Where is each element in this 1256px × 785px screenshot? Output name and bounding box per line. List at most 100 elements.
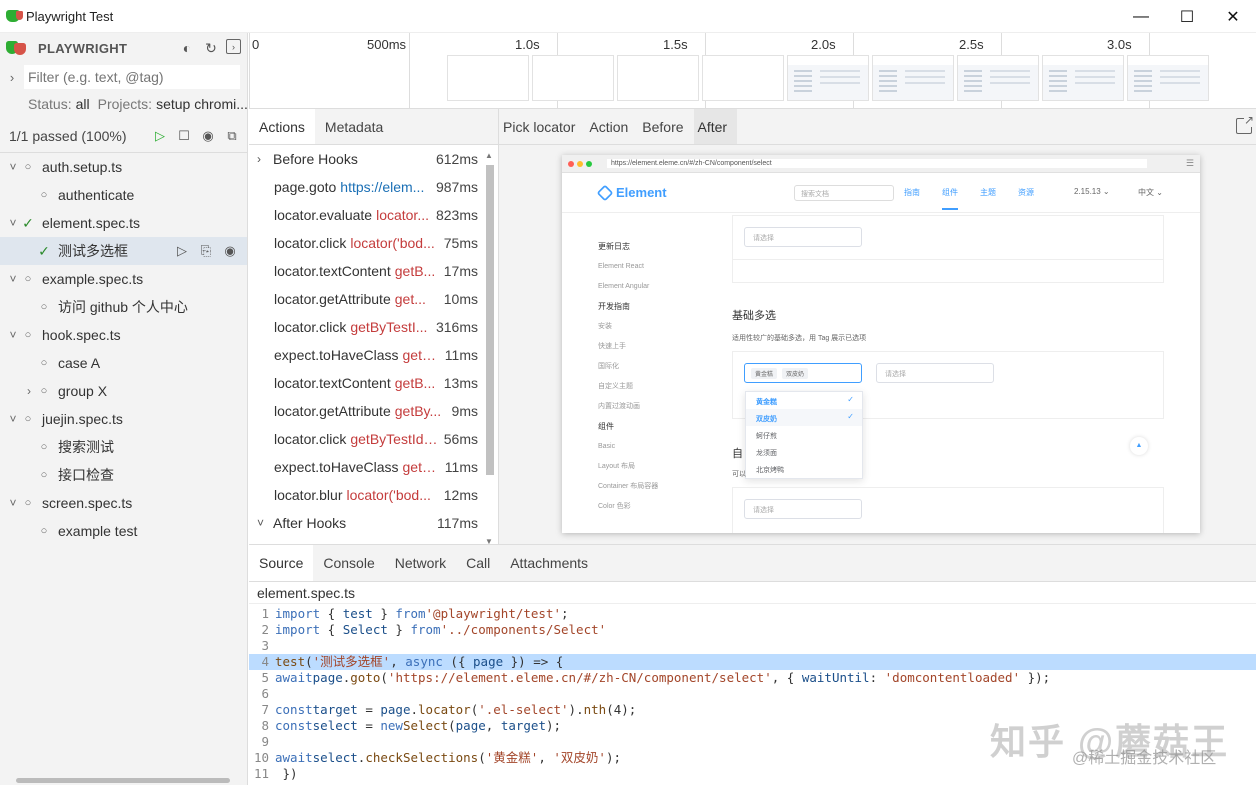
tab-metadata[interactable]: Metadata [315, 109, 393, 144]
timeline-screenshot-thumb[interactable] [702, 55, 784, 101]
chevron-down-icon[interactable]: ˅ [257, 516, 273, 530]
action-name: expect.toHaveClass [274, 459, 399, 475]
tab-pick-locator[interactable]: Pick locator [499, 109, 585, 144]
timeline-screenshot-thumb[interactable] [872, 55, 954, 101]
test-sidebar: PLAYWRIGHT ◐ ↻ › › Status: all Projects:… [0, 33, 248, 785]
watch-icon[interactable]: ◉ [199, 127, 217, 145]
tree-item[interactable]: ○ 搜索测试 [0, 433, 247, 461]
action-item[interactable]: locator.textContent getB... 13ms [249, 369, 498, 397]
tab-action[interactable]: Action [585, 109, 638, 144]
timeline-screenshot-thumb[interactable] [787, 55, 869, 101]
tree-item[interactable]: ✓ 测试多选框 ▷ ⎘ ◉ [0, 237, 247, 265]
timeline-screenshot-thumb[interactable] [1127, 55, 1209, 101]
tab-network[interactable]: Network [385, 545, 456, 581]
tree-item-label: 访问 github 个人中心 [58, 299, 188, 315]
watch-icon[interactable]: ◉ [221, 243, 239, 259]
tree-item[interactable]: ˅ ○ auth.setup.ts [0, 153, 247, 181]
tree-item[interactable]: ○ case A [0, 349, 247, 377]
tree-item[interactable]: ○ 接口检查 [0, 461, 247, 489]
tab-attachments[interactable]: Attachments [500, 545, 598, 581]
action-item[interactable]: page.goto https://elem... 987ms [249, 173, 498, 201]
actions-scrollbar[interactable]: ▲ ▼ [484, 151, 495, 546]
filter-expand-icon[interactable]: › [0, 70, 24, 85]
tree-item[interactable]: › ○ group X [0, 377, 247, 405]
scroll-up-icon[interactable]: ▲ [485, 151, 493, 160]
filter-input[interactable] [24, 65, 240, 89]
chevron-down-icon[interactable]: ˅ [6, 160, 20, 174]
tree-item[interactable]: ˅ ✓ element.spec.ts [0, 209, 247, 237]
sidebar-horizontal-scrollbar[interactable] [16, 778, 230, 783]
close-button[interactable]: ✕ [1210, 0, 1256, 33]
status-value: all [75, 96, 90, 112]
code-line: 2 import { Select } from '../components/… [261, 622, 607, 637]
timeline[interactable]: 0 500ms 1.0s 1.5s 2.0s 2.5s 3.0s [249, 33, 1256, 109]
stop-icon[interactable]: ☐ [175, 127, 193, 145]
playwright-logo-icon [6, 10, 23, 22]
timeline-screenshot-thumb[interactable] [1042, 55, 1124, 101]
snapshot-frame[interactable]: https://element.eleme.cn/#/zh-CN/compone… [562, 155, 1200, 533]
run-all-icon[interactable]: ▷ [151, 127, 169, 145]
element-side-item: 国际化 [598, 363, 619, 370]
action-item[interactable]: locator.getAttribute getBy... 9ms [249, 397, 498, 425]
maximize-button[interactable]: ☐ [1164, 0, 1210, 33]
chevron-down-icon[interactable]: ˅ [6, 272, 20, 286]
scroll-thumb[interactable] [486, 165, 494, 475]
tab-after[interactable]: After [693, 109, 738, 144]
action-item[interactable]: locator.textContent getB... 17ms [249, 257, 498, 285]
action-duration: 987ms [435, 179, 478, 195]
tab-source[interactable]: Source [249, 545, 314, 581]
tab-before[interactable]: Before [638, 109, 693, 144]
timeline-screenshot-thumb[interactable] [957, 55, 1039, 101]
chevron-down-icon[interactable]: ˅ [6, 496, 20, 510]
tree-item[interactable]: ˅ ○ hook.spec.ts [0, 321, 247, 349]
run-icon[interactable]: ▷ [173, 243, 191, 259]
trace-icon[interactable]: ⎘ [197, 243, 215, 259]
action-item[interactable]: locator.click getByTestI... 316ms [249, 313, 498, 341]
hook-item[interactable]: › Before Hooks 612ms [249, 145, 498, 173]
chevron-down-icon[interactable]: ˅ [6, 216, 20, 230]
chevron-right-icon[interactable]: › [257, 152, 273, 166]
tree-item[interactable]: ˅ ○ juejin.spec.ts [0, 405, 247, 433]
element-side-item: Element React [598, 263, 644, 270]
tab-actions[interactable]: Actions [249, 109, 315, 144]
hook-item[interactable]: ˅ After Hooks 117ms [249, 509, 498, 537]
element-nav: 指南 组件 主题 资源 [904, 187, 1034, 210]
open-snapshot-icon[interactable] [1236, 113, 1254, 134]
action-item[interactable]: locator.click getByTestId(... 56ms [249, 425, 498, 453]
action-item[interactable]: locator.getAttribute get... 10ms [249, 285, 498, 313]
tree-item[interactable]: ˅ ○ screen.spec.ts [0, 489, 247, 517]
row-actions: ▷ ⎘ ◉ [173, 243, 239, 259]
timeline-screenshot-thumb[interactable] [617, 55, 699, 101]
element-side-item: Layout 布局 [598, 463, 635, 470]
tree-item[interactable]: ○ example test [0, 517, 247, 545]
chevron-right-icon[interactable]: › [22, 384, 36, 398]
action-item[interactable]: expect.toHaveClass getB... 11ms [249, 341, 498, 369]
action-arg: getB... [394, 375, 436, 391]
action-item[interactable]: locator.evaluate locator... 823ms [249, 201, 498, 229]
timeline-tick-label: 500ms [367, 37, 407, 52]
tab-console[interactable]: Console [313, 545, 384, 581]
tab-call[interactable]: Call [456, 545, 500, 581]
code-line: 1 import { test } from '@playwright/test… [261, 606, 569, 621]
tree-item[interactable]: ˅ ○ example.spec.ts [0, 265, 247, 293]
timeline-screenshot-thumb[interactable] [447, 55, 529, 101]
theme-toggle-icon[interactable]: ◐ [178, 39, 196, 57]
status-filter-row[interactable]: Status: all Projects: setup chromi... [0, 91, 247, 117]
chevron-down-icon[interactable]: ˅ [6, 412, 20, 426]
expand-panel-icon[interactable]: › [226, 39, 241, 54]
action-item[interactable]: expect.toHaveClass getB... 11ms [249, 453, 498, 481]
test-tree: ˅ ○ auth.setup.ts ○ authenticate ˅ ✓ element.sp… [0, 153, 247, 545]
snapshot-panel: Pick locator Action Before After https:/… [499, 109, 1256, 544]
reload-icon[interactable]: ↻ [202, 39, 220, 57]
menu-icon: ☰ [1185, 158, 1194, 168]
minimize-button[interactable]: — [1118, 0, 1164, 33]
tree-item[interactable]: ○ authenticate [0, 181, 247, 209]
collapse-all-icon[interactable]: ⧉ [223, 127, 241, 145]
timeline-screenshot-thumb[interactable] [532, 55, 614, 101]
action-name: locator.textContent [274, 263, 391, 279]
action-name: After Hooks [273, 515, 347, 531]
action-item[interactable]: locator.blur locator('bod... 12ms [249, 481, 498, 509]
action-item[interactable]: locator.click locator('bod... 75ms [249, 229, 498, 257]
chevron-down-icon[interactable]: ˅ [6, 328, 20, 342]
tree-item[interactable]: ○ 访问 github 个人中心 [0, 293, 247, 321]
